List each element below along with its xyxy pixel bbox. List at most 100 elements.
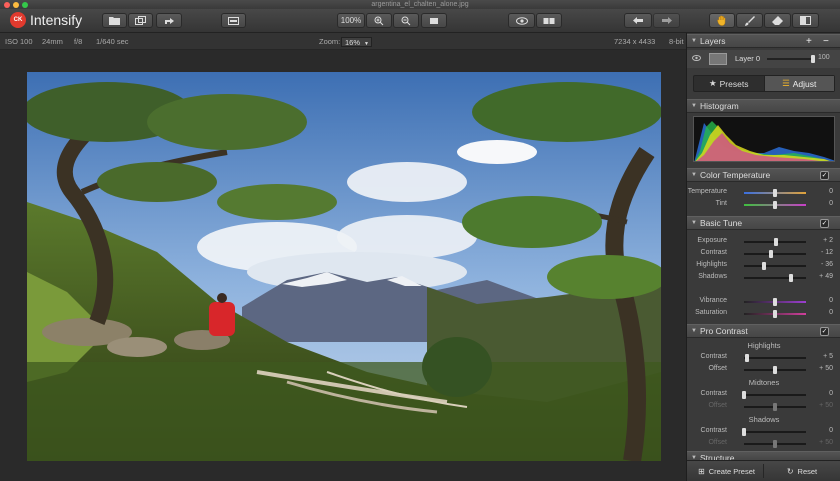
slider-thumb[interactable] xyxy=(773,298,777,306)
undo-button[interactable] xyxy=(624,13,652,28)
chevron-down-icon: ▼ xyxy=(364,41,369,47)
slider-thumb[interactable] xyxy=(774,238,779,246)
focal-length-readout: 24mm xyxy=(42,37,63,46)
slider-thumb[interactable] xyxy=(742,391,746,399)
create-preset-button[interactable]: ⊞ Create Preset xyxy=(690,464,764,478)
disclosure-icon: ▼ xyxy=(691,38,697,44)
slider-value: + 50 xyxy=(819,365,833,372)
slider-thumb[interactable] xyxy=(773,403,777,411)
remove-layer-icon[interactable]: − xyxy=(823,35,829,48)
basic-tune-enable-checkbox[interactable]: ✓ xyxy=(820,219,829,228)
slider-thumb[interactable] xyxy=(788,274,793,282)
slider-label: Exposure xyxy=(697,237,727,244)
exposure-slider[interactable] xyxy=(744,238,806,246)
offset-slider[interactable] xyxy=(744,403,806,411)
pro-contrast-header[interactable]: ▼ Pro Contrast ⏻ ✓ xyxy=(687,324,840,338)
slider-thumb[interactable] xyxy=(745,354,750,362)
vibrance-slider[interactable] xyxy=(744,298,806,306)
redo-button[interactable] xyxy=(653,13,680,28)
panel-toggle-button[interactable] xyxy=(221,13,246,28)
photo-preview[interactable] xyxy=(27,72,661,461)
compare-button[interactable] xyxy=(508,13,535,28)
slider-thumb[interactable] xyxy=(773,366,777,374)
color-temperature-enable-checkbox[interactable]: ✓ xyxy=(820,171,829,180)
pro-contrast-midtones-heading: Midtones xyxy=(748,378,780,387)
layers-header[interactable]: ▼ Layers + − xyxy=(687,34,840,48)
slider-thumb[interactable] xyxy=(773,201,777,209)
mask-tool-button[interactable] xyxy=(792,13,819,28)
slider-row-contrast: Contrast 0 xyxy=(687,426,840,437)
pro-contrast-shadows-heading: Shadows xyxy=(748,415,780,424)
slider-thumb[interactable] xyxy=(773,189,777,197)
zoom-label: Zoom: xyxy=(319,37,341,46)
contrast-slider[interactable] xyxy=(744,250,806,258)
fit-screen-icon xyxy=(430,17,438,24)
opacity-slider-thumb[interactable] xyxy=(811,55,815,63)
pro-contrast-enable-checkbox[interactable]: ✓ xyxy=(820,327,829,336)
slider-row-temperature: Temperature 0 xyxy=(687,187,840,198)
open-button[interactable] xyxy=(102,13,127,28)
disclosure-icon: ▼ xyxy=(691,172,697,178)
tab-presets[interactable]: ★ Presets xyxy=(694,76,764,91)
opacity-slider[interactable] xyxy=(767,55,815,63)
tab-adjust[interactable]: ☰ Adjust xyxy=(763,76,834,91)
shadows-slider[interactable] xyxy=(744,274,806,282)
share-icon xyxy=(164,18,174,24)
slider-label: Contrast xyxy=(700,249,727,256)
close-window-button[interactable] xyxy=(4,2,10,8)
slider-thumb[interactable] xyxy=(773,310,777,318)
share-button[interactable] xyxy=(156,13,182,28)
add-layer-icon[interactable]: + xyxy=(806,35,812,48)
pro-contrast-highlights-heading: Highlights xyxy=(747,341,781,350)
offset-slider[interactable] xyxy=(744,440,806,448)
offset-slider[interactable] xyxy=(744,366,806,374)
color-temperature-header[interactable]: ▼ Color Temperature ⏻ ✓ xyxy=(687,168,840,182)
folder-icon xyxy=(109,17,120,25)
slider-thumb[interactable] xyxy=(761,262,766,270)
contrast-slider[interactable] xyxy=(744,354,806,362)
brush-tool-button[interactable] xyxy=(736,13,763,28)
slider-value: 0 xyxy=(829,390,833,397)
slider-thumb[interactable] xyxy=(773,440,777,448)
slider-thumb[interactable] xyxy=(769,250,774,258)
contrast-slider[interactable] xyxy=(742,428,806,436)
eraser-tool-button[interactable] xyxy=(764,13,791,28)
sliders-icon: ☰ xyxy=(782,78,790,88)
landscape-photo xyxy=(27,72,661,461)
slider-row-contrast: Contrast - 12 xyxy=(687,248,840,259)
highlights-slider[interactable] xyxy=(744,262,806,270)
contrast-slider[interactable] xyxy=(742,391,806,399)
reset-icon: ↻ xyxy=(786,466,794,476)
eraser-icon xyxy=(772,16,783,25)
hand-tool-button[interactable] xyxy=(709,13,735,28)
layer-name: Layer 0 xyxy=(735,54,761,63)
histogram-header[interactable]: ▼ Histogram xyxy=(687,99,840,113)
tint-slider[interactable] xyxy=(744,201,806,209)
duplicate-button[interactable] xyxy=(128,13,153,28)
layer-visibility-eye-icon[interactable] xyxy=(692,55,701,61)
saturation-slider[interactable] xyxy=(744,310,806,318)
layer-row[interactable]: Layer 0 100 xyxy=(687,50,840,68)
slider-row-contrast: Contrast 0 xyxy=(687,389,840,400)
zoom-select[interactable]: 16% ▼ xyxy=(341,37,372,47)
slider-thumb[interactable] xyxy=(742,428,746,436)
zoom-100-button[interactable]: 100% xyxy=(337,13,365,28)
minimize-window-button[interactable] xyxy=(13,2,19,8)
zoom-window-button[interactable] xyxy=(22,2,28,8)
zoom-out-icon xyxy=(401,16,411,25)
fit-screen-button[interactable] xyxy=(421,13,447,28)
logo-mark: CK xyxy=(10,12,26,28)
slider-row-vibrance: Vibrance 0 xyxy=(687,296,840,307)
zoom-out-button[interactable] xyxy=(393,13,419,28)
histogram-plot xyxy=(694,121,834,161)
undo-icon xyxy=(632,16,643,24)
split-view-button[interactable] xyxy=(536,13,562,28)
slider-value: - 36 xyxy=(820,261,833,268)
zoom-in-button[interactable] xyxy=(366,13,392,28)
slider-label: Tint xyxy=(715,200,727,207)
slider-label: Saturation xyxy=(695,309,727,316)
temperature-slider[interactable] xyxy=(744,189,806,197)
slider-row-offset: Offset + 50 xyxy=(687,364,840,375)
basic-tune-header[interactable]: ▼ Basic Tune ⏻ ✓ xyxy=(687,216,840,230)
reset-button[interactable]: ↻ Reset xyxy=(767,464,837,478)
